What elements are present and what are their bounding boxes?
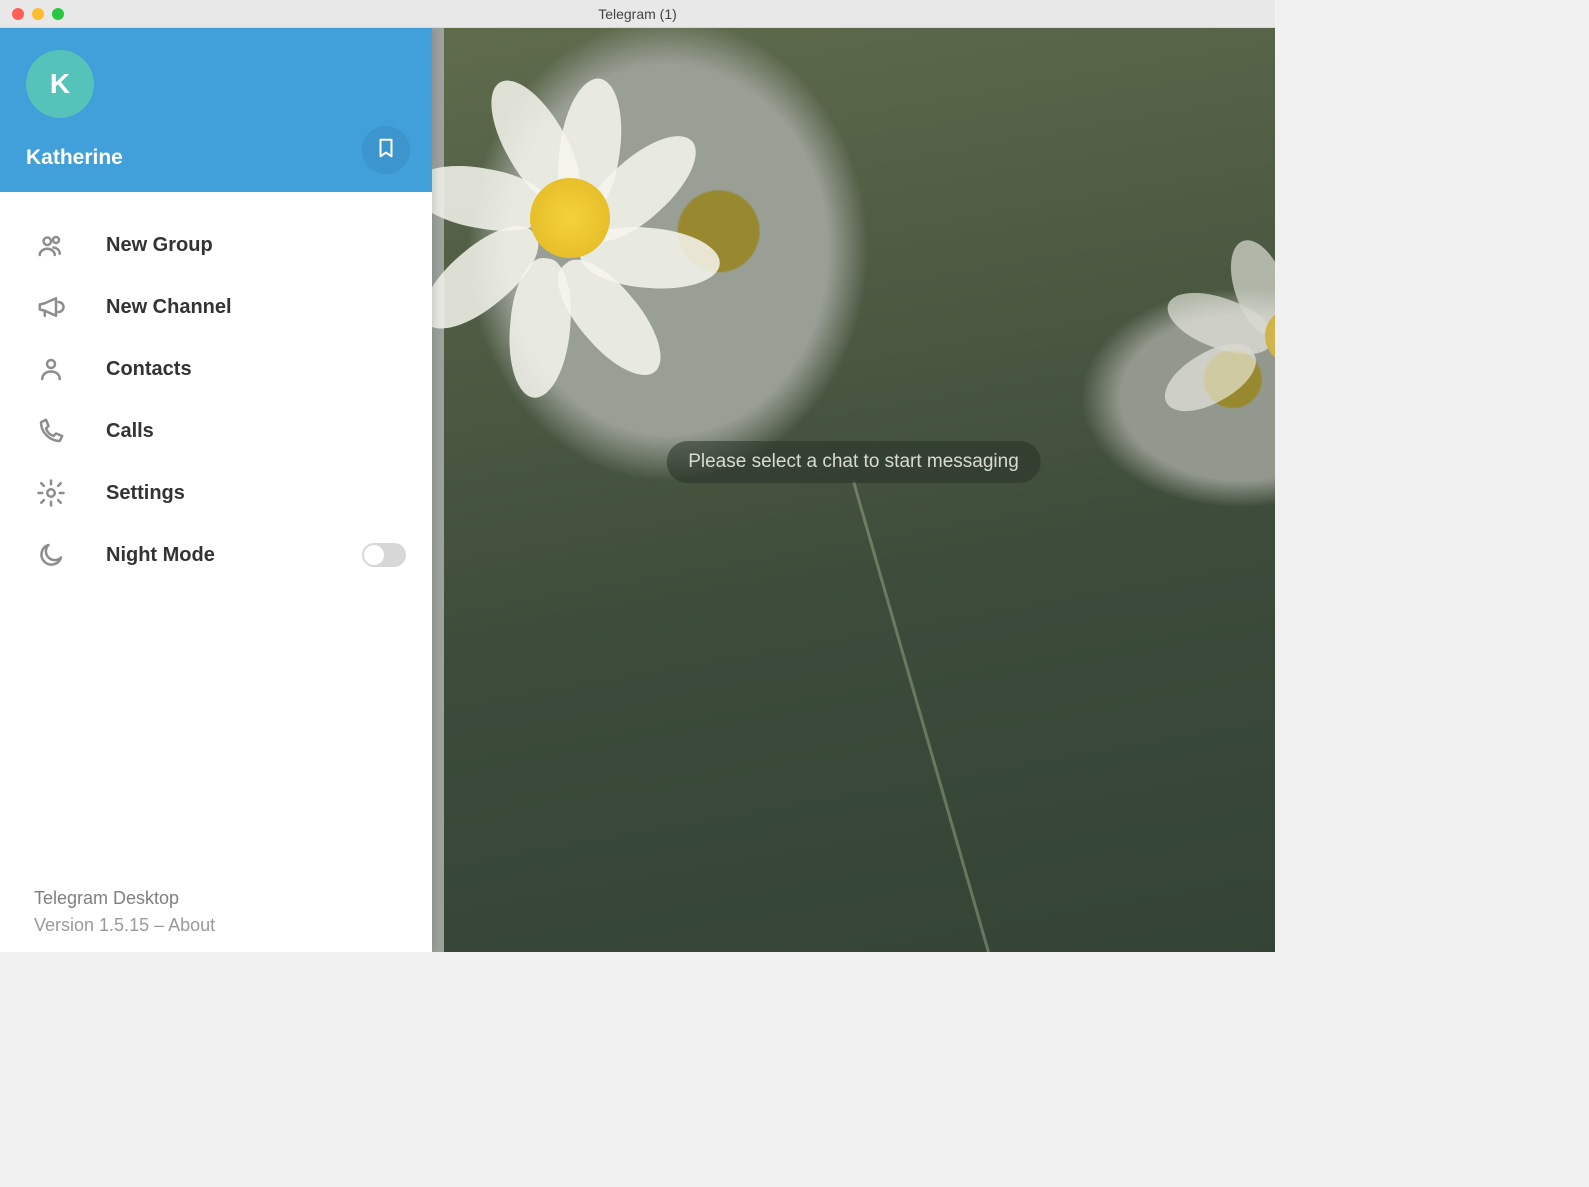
version-text: Version 1.5.15 – — [34, 915, 168, 935]
menu-item-new-channel[interactable]: New Channel — [0, 276, 432, 338]
avatar[interactable]: K — [26, 50, 94, 118]
menu-item-new-group[interactable]: New Group — [0, 214, 432, 276]
menu-item-calls[interactable]: Calls — [0, 400, 432, 462]
window-title: Telegram (1) — [598, 6, 677, 22]
gear-icon — [34, 476, 68, 510]
username: Katherine — [26, 146, 406, 170]
version-line: Version 1.5.15 – About — [34, 915, 406, 936]
group-icon — [34, 228, 68, 262]
app-name: Telegram Desktop — [34, 888, 406, 909]
moon-icon — [34, 538, 68, 572]
drawer-header: K Katherine — [0, 28, 432, 192]
phone-icon — [34, 414, 68, 448]
megaphone-icon — [34, 290, 68, 324]
background-flower — [1135, 228, 1275, 428]
menu-item-contacts[interactable]: Contacts — [0, 338, 432, 400]
menu-label: Night Mode — [106, 544, 324, 567]
drawer-footer: Telegram Desktop Version 1.5.15 – About — [0, 878, 432, 952]
app-window: Telegram (1) K Katherine — [0, 0, 1275, 952]
saved-messages-button[interactable] — [362, 126, 410, 174]
drawer-menu: New Group New Channel — [0, 192, 432, 878]
maximize-window-button[interactable] — [52, 8, 64, 20]
menu-label: New Group — [106, 234, 406, 257]
chat-area: Please select a chat to start messaging — [432, 28, 1275, 952]
avatar-initial: K — [50, 68, 70, 100]
bookmark-icon — [375, 137, 397, 164]
menu-label: Contacts — [106, 358, 406, 381]
background-flower — [460, 88, 720, 348]
traffic-lights — [0, 8, 64, 20]
menu-item-night-mode[interactable]: Night Mode — [0, 524, 432, 586]
app-body: K Katherine — [0, 28, 1275, 952]
night-mode-toggle[interactable] — [362, 543, 406, 567]
menu-label: New Channel — [106, 296, 406, 319]
main-menu-drawer: K Katherine — [0, 28, 432, 952]
window-titlebar: Telegram (1) — [0, 0, 1275, 28]
menu-item-settings[interactable]: Settings — [0, 462, 432, 524]
minimize-window-button[interactable] — [32, 8, 44, 20]
person-icon — [34, 352, 68, 386]
menu-label: Calls — [106, 420, 406, 443]
about-link[interactable]: About — [168, 915, 215, 935]
empty-chat-placeholder: Please select a chat to start messaging — [666, 441, 1041, 483]
menu-label: Settings — [106, 482, 406, 505]
close-window-button[interactable] — [12, 8, 24, 20]
